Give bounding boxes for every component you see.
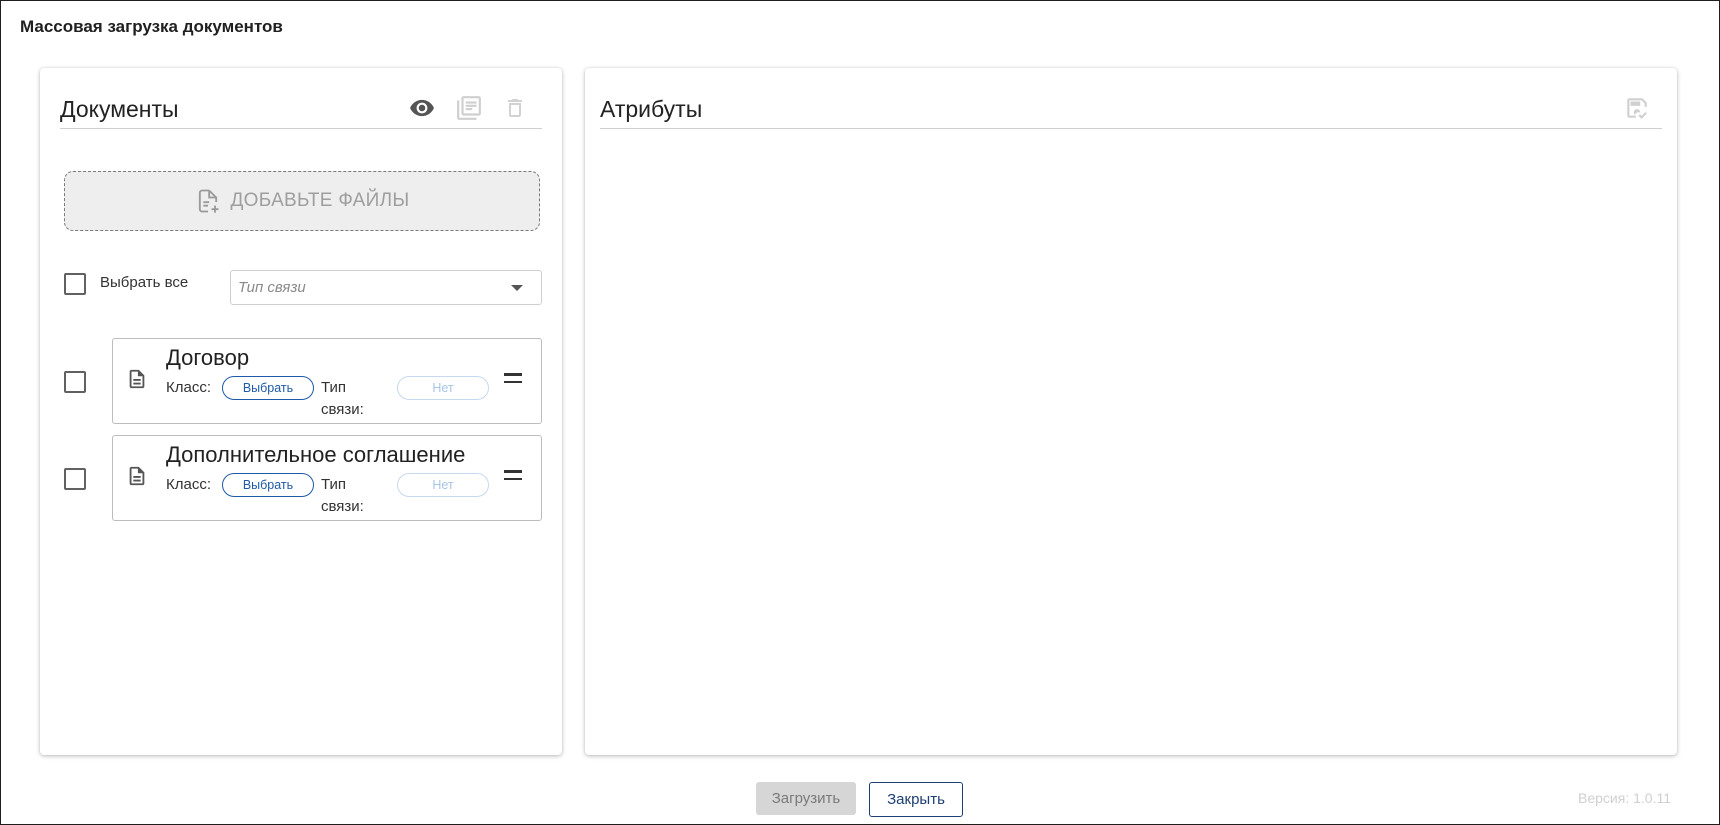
attributes-panel: Атрибуты bbox=[585, 68, 1677, 755]
document-icon bbox=[126, 464, 148, 493]
choose-class-button[interactable]: Выбрать bbox=[222, 376, 314, 400]
drag-handle-icon[interactable] bbox=[504, 373, 522, 388]
document-item[interactable]: Договор Класс: Выбрать Тип связи: Нет bbox=[112, 338, 542, 424]
documents-panel: Документы ДОБАВЬТЕ ФАЙЛЫ Выбрать все Тип… bbox=[40, 68, 562, 755]
dialog-window: Массовая загрузка документов Документы Д… bbox=[0, 0, 1720, 825]
eye-icon[interactable] bbox=[408, 94, 436, 122]
document-item-checkbox[interactable] bbox=[64, 468, 86, 490]
link-type-placeholder: Тип связи bbox=[238, 279, 306, 296]
document-item-checkbox[interactable] bbox=[64, 371, 86, 393]
document-title: Дополнительное соглашение bbox=[166, 442, 466, 467]
link-type-button[interactable]: Нет bbox=[397, 376, 489, 400]
trash-icon[interactable] bbox=[501, 94, 529, 122]
documents-panel-header: Документы bbox=[60, 88, 542, 129]
document-class-label: Класс: bbox=[166, 379, 211, 396]
documents-panel-title: Документы bbox=[60, 96, 179, 122]
document-link-type-label: Тип связи: bbox=[321, 476, 364, 515]
drag-handle-icon[interactable] bbox=[504, 470, 522, 485]
dropdown-arrow-icon bbox=[511, 285, 523, 291]
window-title: Массовая загрузка документов bbox=[20, 17, 283, 36]
close-button[interactable]: Закрыть bbox=[869, 782, 963, 817]
link-type-button[interactable]: Нет bbox=[397, 473, 489, 497]
document-icon bbox=[126, 367, 148, 396]
document-item[interactable]: Дополнительное соглашение Класс: Выбрать… bbox=[112, 435, 542, 521]
select-all-checkbox[interactable] bbox=[64, 273, 86, 295]
list-document-icon[interactable] bbox=[455, 94, 483, 122]
add-files-button[interactable]: ДОБАВЬТЕ ФАЙЛЫ bbox=[64, 171, 540, 231]
document-title: Договор bbox=[166, 345, 250, 370]
version-label: Версия: 1.0.11 bbox=[1578, 790, 1671, 806]
document-class-label: Класс: bbox=[166, 476, 211, 493]
document-link-type-label: Тип связи: bbox=[321, 379, 364, 418]
attributes-panel-header: Атрибуты bbox=[600, 88, 1662, 129]
add-files-label: ДОБАВЬТЕ ФАЙЛЫ bbox=[230, 190, 410, 211]
file-add-icon bbox=[199, 189, 219, 213]
link-type-select[interactable]: Тип связи bbox=[230, 270, 542, 305]
save-icon[interactable] bbox=[1623, 94, 1651, 122]
select-all-label: Выбрать все bbox=[100, 274, 189, 291]
attributes-panel-title: Атрибуты bbox=[600, 96, 703, 122]
upload-button[interactable]: Загрузить bbox=[756, 782, 856, 815]
choose-class-button[interactable]: Выбрать bbox=[222, 473, 314, 497]
